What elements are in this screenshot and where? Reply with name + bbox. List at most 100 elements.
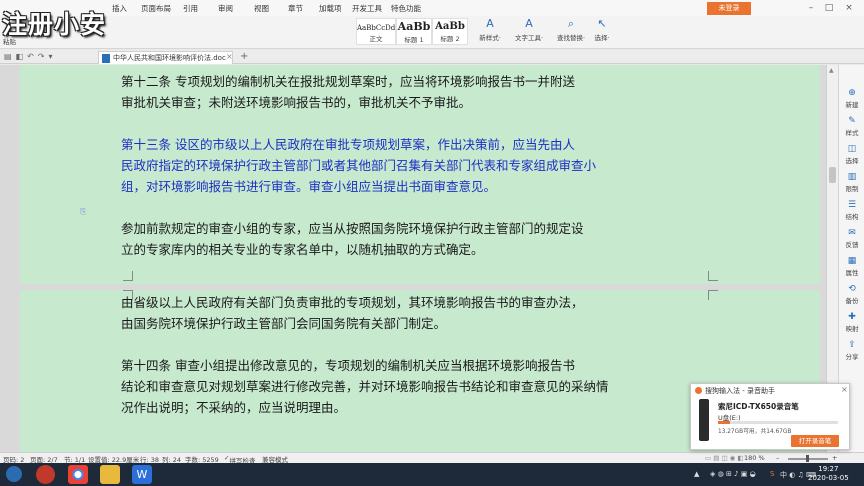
style-sample: AaBb — [397, 20, 431, 33]
side-panel-label: 反馈 — [845, 241, 859, 249]
zoom-slider-knob[interactable] — [806, 455, 809, 462]
side-panel-shortcut[interactable]: ✚ 映射 — [839, 312, 864, 333]
close-window-icon[interactable]: × — [842, 2, 856, 14]
menu-item[interactable]: 加载项 — [319, 3, 342, 14]
maximize-icon[interactable]: □ — [822, 2, 836, 14]
login-button[interactable]: 未登录 — [707, 2, 751, 15]
style-heading2[interactable]: AaBb 标题 2 — [432, 18, 468, 45]
text-line: 第十二条 专项规划的编制机关在报批规划草案时，应当将环境影响报告书一并附送 — [121, 74, 575, 89]
style-name: 正文 — [369, 35, 383, 43]
menu-item[interactable]: 章节 — [288, 3, 303, 14]
record-app-icon[interactable] — [36, 465, 55, 484]
side-panel-property[interactable]: ▦ 属性 — [839, 256, 864, 277]
paragraph-art12[interactable]: 第十二条 专项规划的编制机关在报批规划草案时，应当将环境影响报告书一并附送 审批… — [121, 71, 687, 113]
clock-date: 2020-03-05 — [808, 474, 849, 482]
text-line: 审批机关审查；未附送环境影响报告书的，审批机关不予审批。 — [121, 95, 472, 110]
menu-item[interactable]: 审阅 — [218, 3, 233, 14]
new-icon: ⊕ — [848, 88, 856, 98]
close-tab-icon[interactable]: × — [226, 52, 233, 61]
menu-item[interactable]: 视图 — [254, 3, 269, 14]
document-tab-bar: ▤◧↶↷▾ 中华人民共和国环境影响评价法.doc — [0, 50, 864, 64]
side-panel-share[interactable]: ⇪ 分享 — [839, 340, 864, 361]
ribbon: 插入 页面布局 引用 审阅 视图 章节 加载项 开发工具 特色功能 未登录 – □ × ▤ ✂ … — [0, 0, 864, 49]
spell-check-toggle[interactable]: ✓ 拼写检查 — [224, 454, 255, 465]
minimize-icon[interactable]: – — [804, 2, 818, 14]
style-name: 标题 1 — [404, 36, 424, 44]
menu-item[interactable]: 插入 — [112, 3, 127, 14]
style-normal[interactable]: AaBbCcDd 正文 — [356, 18, 396, 45]
find-replace-button[interactable]: ⌕ 查找替换· — [552, 18, 590, 43]
style-sample: AaBbCcDd — [357, 24, 396, 32]
popup-close-icon[interactable]: × — [841, 385, 848, 394]
new-style-button[interactable]: A 新样式· — [474, 18, 506, 43]
text-line: 组，对环境影响报告书进行审查。审查小组应当提出书面审查意见。 — [121, 179, 497, 194]
side-panel-select[interactable]: ◫ 选择 — [839, 144, 864, 165]
paragraph-art13-selected[interactable]: 第十三条 设区的市级以上人民政府在审批专项规划草案，作出决策前，应当先由人 民政… — [121, 134, 687, 197]
sogou-ime-icon[interactable]: S — [770, 470, 774, 478]
watermark-text: 注册小安 — [2, 10, 107, 39]
new-style-label: 新样式· — [479, 34, 501, 42]
side-panel-limit[interactable]: ▥ 限制 — [839, 172, 864, 193]
find-replace-label: 查找替换· — [556, 34, 586, 42]
zoom-in-icon[interactable]: + — [832, 454, 837, 462]
select-label: 选择· — [594, 34, 610, 42]
taskbar: W ▲ ◈ ◍ ⊞ ♪ ▣ ◒ S 中 ◐ ♫ ⌨ 19:27 2020-03-… — [0, 463, 864, 486]
chrome-icon[interactable] — [68, 465, 88, 484]
popup-title-text: 搜狗输入法 - 录音助手 — [705, 387, 775, 395]
text-line: 立的专家库内的相关专业的专家名单中，以随机抽取的方式确定。 — [121, 242, 484, 257]
text-line: 第十三条 设区的市级以上人民政府在审批专项规划草案，作出决策前，应当先由人 — [121, 137, 575, 152]
scroll-up-icon[interactable]: ▲ — [829, 67, 834, 74]
wps-writer-icon[interactable]: W — [132, 465, 152, 484]
paragraph-handle-icon[interactable]: ⎘ — [80, 207, 86, 217]
popup-title: 搜狗输入法 - 录音助手 — [695, 386, 775, 396]
text-line: 参加前款规定的审查小组的专家，应当从按照国务院环境保护行政主管部门的规定设 — [121, 221, 584, 236]
menu-item[interactable]: 特色功能 — [391, 3, 421, 14]
side-panel-style[interactable]: ✎ 样式 — [839, 116, 864, 137]
popup-product-name: 索尼ICD-TX650录音笔 — [718, 402, 799, 411]
scrollbar-thumb[interactable] — [829, 167, 836, 183]
text-line: 第十四条 审查小组提出修改意见的，专项规划的编制机关应当根据环境影响报告书 — [121, 358, 575, 373]
side-panel-label: 选择 — [845, 157, 859, 165]
paragraph-art14[interactable]: 第十四条 审查小组提出修改意见的，专项规划的编制机关应当根据环境影响报告书 结论… — [121, 355, 687, 418]
style-name: 标题 2 — [440, 35, 460, 43]
text-tools-button[interactable]: A 文字工具· — [510, 18, 548, 43]
zoom-out-icon[interactable]: – — [776, 454, 779, 462]
side-panel-label: 限制 — [845, 185, 859, 193]
side-panel-label: 结构 — [845, 213, 859, 221]
open-recorder-button[interactable]: 打开录音笔 — [791, 435, 839, 447]
side-panel-backup[interactable]: ⟲ 备份 — [839, 284, 864, 305]
structure-icon: ☰ — [847, 200, 857, 210]
menu-item[interactable]: 引用 — [183, 3, 198, 14]
disk-usage-fill — [718, 421, 730, 424]
select-icon: ↖ — [597, 17, 607, 30]
property-icon: ▦ — [847, 256, 857, 266]
document-tab[interactable]: 中华人民共和国环境影响评价法.doc — [98, 51, 233, 64]
paragraph-review-method[interactable]: 由省级以上人民政府有关部门负责审批的专项规划，其环境影响报告书的审查办法， 由国… — [121, 292, 687, 334]
side-panel-label: 备份 — [845, 297, 859, 305]
start-button-icon[interactable] — [6, 466, 22, 482]
file-explorer-icon[interactable] — [100, 465, 120, 484]
zoom-level[interactable]: 180 % — [744, 454, 765, 462]
quick-access-icons[interactable]: ▤◧↶↷▾ — [4, 52, 57, 61]
recorder-notification-popup[interactable]: 搜狗输入法 - 录音助手 × 索尼ICD-TX650录音笔 U盘(E:) 13.… — [690, 383, 850, 450]
side-panel-label: 属性 — [845, 269, 859, 277]
new-tab-icon[interactable]: + — [240, 51, 248, 62]
menu-item[interactable]: 开发工具 — [352, 3, 382, 14]
tray-icons[interactable]: ◈ ◍ ⊞ ♪ ▣ ◒ — [710, 470, 756, 478]
page-corner-mark — [123, 271, 133, 281]
clock-time: 19:27 — [818, 465, 839, 473]
style-sample: AaBb — [435, 21, 465, 32]
side-panel-feedback[interactable]: ✉ 反馈 — [839, 228, 864, 249]
side-panel-new[interactable]: ⊕ 新建 — [839, 88, 864, 109]
tray-clock[interactable]: 19:27 2020-03-05 — [808, 465, 849, 483]
limit-icon: ▥ — [847, 172, 857, 182]
menu-item[interactable]: 页面布局 — [141, 3, 171, 14]
view-mode-icons[interactable]: ▭ ▤ ◫ ◉ ◧ — [705, 454, 744, 462]
side-panel-label: 样式 — [845, 129, 859, 137]
side-panel-structure[interactable]: ☰ 结构 — [839, 200, 864, 221]
status-bar: 页码: 2 页面: 2/7 节: 1/1 设置值: 22.9厘米 行: 38 列… — [0, 452, 864, 465]
tray-arrow-icon[interactable]: ▲ — [694, 470, 699, 478]
paragraph-experts[interactable]: 参加前款规定的审查小组的专家，应当从按照国务院环境保护行政主管部门的规定设 立的… — [121, 218, 687, 260]
style-heading1[interactable]: AaBb 标题 1 — [396, 18, 432, 45]
select-button[interactable]: ↖ 选择· — [588, 17, 616, 43]
